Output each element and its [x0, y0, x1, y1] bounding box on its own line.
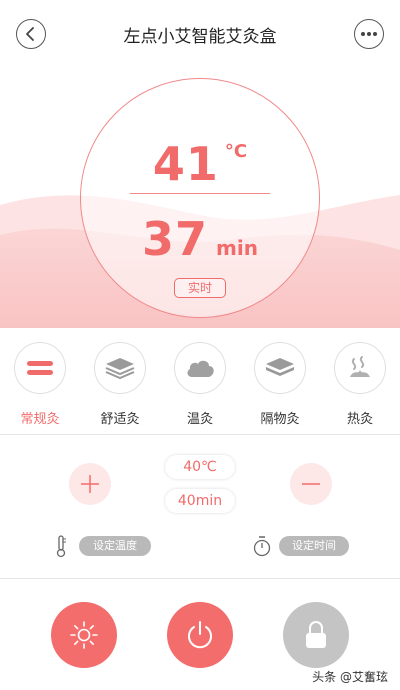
- minus-icon: [302, 483, 320, 485]
- status-badge: 实时: [174, 278, 226, 298]
- lock-button[interactable]: [283, 602, 349, 668]
- mode-item-gewu[interactable]: 隔物灸: [250, 342, 310, 427]
- power-icon: [188, 621, 212, 649]
- mode-icon-wrap: [334, 342, 386, 394]
- display-divider: [130, 193, 270, 194]
- mode-label: 热灸: [346, 412, 373, 427]
- mode-label: 舒适灸: [100, 412, 140, 427]
- increase-button[interactable]: [69, 463, 111, 505]
- mode-label: 常规灸: [20, 412, 60, 427]
- sun-icon: [70, 621, 98, 649]
- lock-icon: [306, 621, 326, 648]
- decrease-button[interactable]: [290, 463, 332, 505]
- layers-icon: [27, 361, 53, 375]
- time-value: 37: [142, 212, 209, 266]
- layers-stack-icon: [105, 358, 135, 380]
- mode-label: 隔物灸: [260, 412, 300, 427]
- mode-selector: 常规灸 舒适灸 温灸 隔物灸 热灸: [0, 342, 400, 435]
- mode-icon-wrap: [174, 342, 226, 394]
- page-title: 左点小艾智能艾灸盒: [123, 27, 277, 47]
- temperature-value: 41: [152, 137, 219, 191]
- set-time-value: 40min: [165, 489, 235, 513]
- stopwatch-icon: [253, 536, 271, 557]
- set-temperature-value: 40℃: [165, 455, 235, 479]
- pad-icon: [266, 358, 294, 376]
- plus-icon: [81, 475, 99, 493]
- set-temperature-button[interactable]: 设定温度: [79, 536, 151, 556]
- more-button[interactable]: [354, 19, 384, 49]
- power-button[interactable]: [167, 602, 233, 668]
- thermometer-icon: [56, 535, 66, 558]
- set-time-button[interactable]: 设定时间: [279, 536, 349, 556]
- temperature-unit: °C: [224, 141, 248, 162]
- mode-label: 温灸: [186, 412, 213, 427]
- mode-item-rejiu[interactable]: 热灸: [330, 342, 390, 427]
- heat-waves-icon: [350, 356, 370, 377]
- section-divider: [0, 578, 400, 579]
- mode-item-wenjiu[interactable]: 温灸: [170, 342, 230, 427]
- current-time: 37 min: [0, 212, 400, 266]
- mode-icon-wrap: [94, 342, 146, 394]
- brightness-button[interactable]: [51, 602, 117, 668]
- watermark: 头条 @艾奮玹: [312, 670, 388, 684]
- mode-icon-wrap: [254, 342, 306, 394]
- more-dots-icon: [361, 32, 377, 36]
- time-unit: min: [216, 236, 258, 260]
- mode-item-shushi[interactable]: 舒适灸: [90, 342, 150, 427]
- current-temperature: 41 °C: [0, 137, 400, 191]
- mode-icon-wrap: [14, 342, 66, 394]
- mode-item-changgui[interactable]: 常规灸: [10, 342, 70, 427]
- cloud-icon: [187, 360, 214, 377]
